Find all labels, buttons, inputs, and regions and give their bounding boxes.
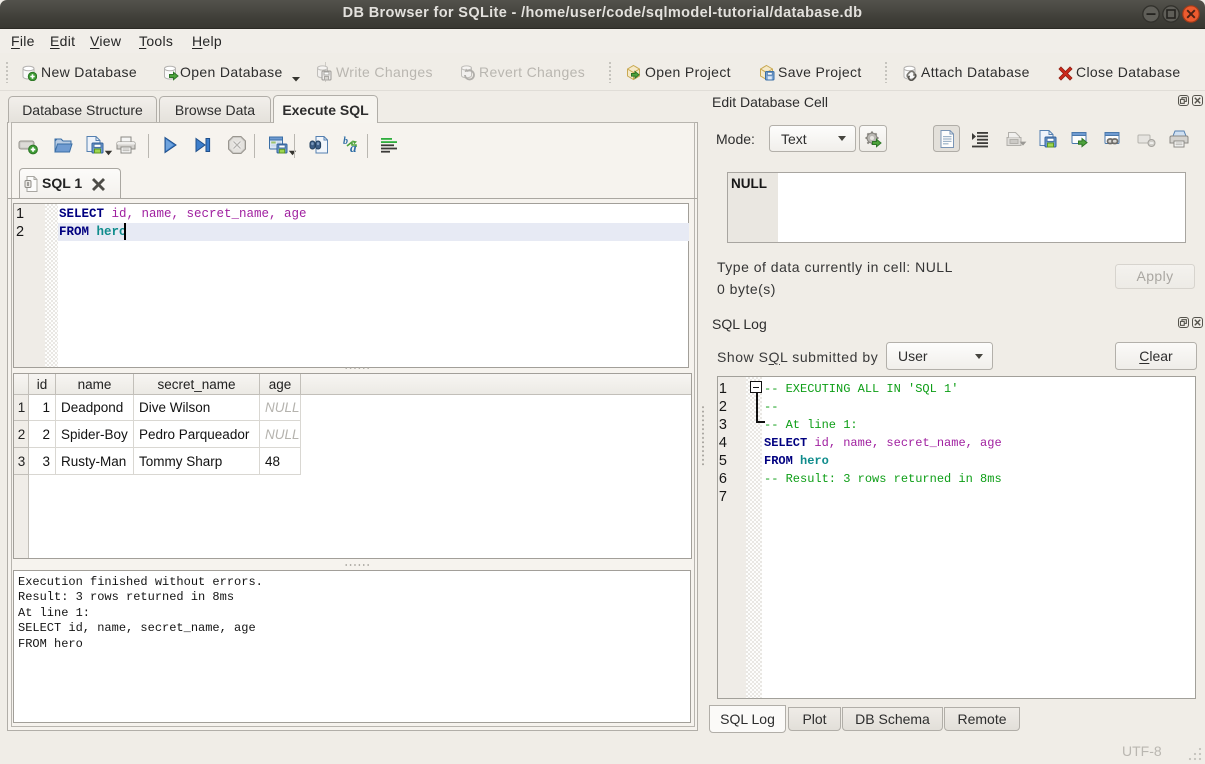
svg-text:a: a [350, 140, 357, 155]
